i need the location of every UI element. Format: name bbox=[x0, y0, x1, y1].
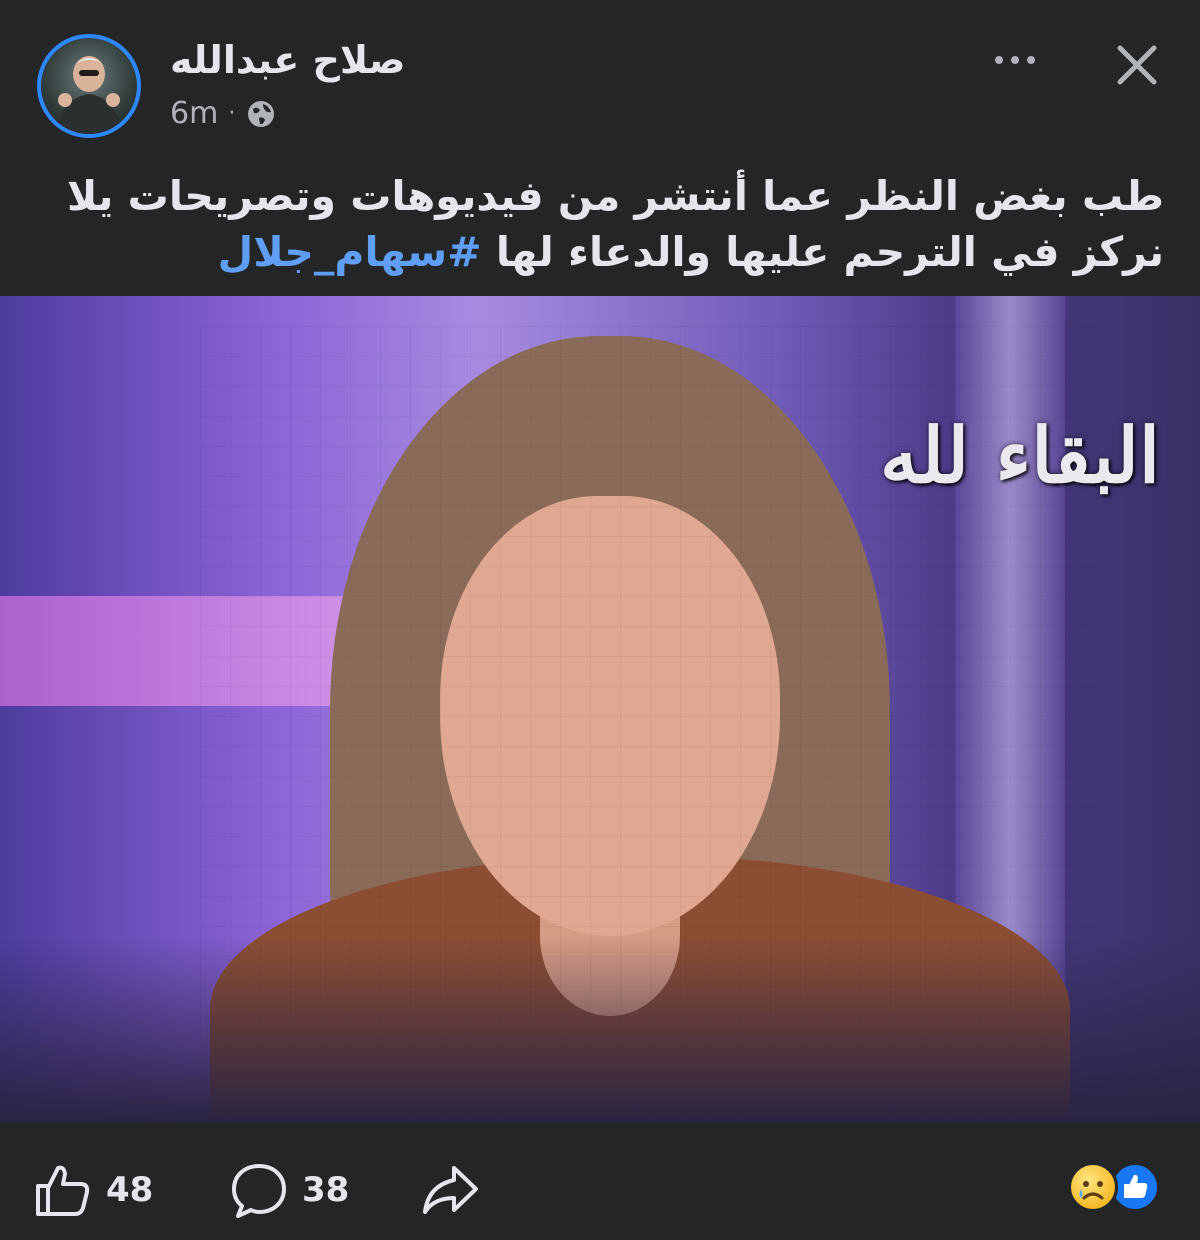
close-icon[interactable] bbox=[1112, 40, 1162, 90]
globe-icon bbox=[248, 100, 275, 127]
author-name[interactable]: صلاح عبدالله bbox=[170, 38, 405, 82]
like-button[interactable]: 48 bbox=[34, 1162, 153, 1218]
hashtag-link[interactable]: #سهام_جلال bbox=[218, 228, 482, 276]
share-button[interactable] bbox=[420, 1162, 480, 1218]
post-text: طب بغض النظر عما أنتشر من فيديوهات وتصري… bbox=[44, 168, 1164, 280]
post-meta: 6m · bbox=[170, 96, 277, 131]
comment-count: 38 bbox=[302, 1170, 350, 1210]
more-icon[interactable] bbox=[990, 40, 1040, 80]
photo-bottom-shade bbox=[0, 936, 1200, 1122]
avatar-image bbox=[55, 56, 123, 134]
share-icon bbox=[423, 1166, 478, 1214]
post-header: صلاح عبدالله 6m · bbox=[0, 0, 1200, 160]
post-footer: 48 38 bbox=[0, 1122, 1200, 1240]
comment-icon bbox=[232, 1164, 286, 1218]
meta-separator: · bbox=[228, 101, 236, 126]
avatar[interactable] bbox=[37, 34, 141, 138]
comment-button[interactable]: 38 bbox=[230, 1162, 349, 1218]
photo-caption: البقاء لله bbox=[879, 411, 1161, 500]
post-photo[interactable]: البقاء لله bbox=[0, 296, 1200, 1122]
thumbs-up-icon bbox=[36, 1165, 90, 1216]
sad-reaction-icon bbox=[1068, 1162, 1118, 1212]
reaction-summary[interactable] bbox=[1068, 1162, 1168, 1212]
post-time[interactable]: 6m bbox=[170, 96, 218, 131]
like-count: 48 bbox=[106, 1170, 154, 1210]
